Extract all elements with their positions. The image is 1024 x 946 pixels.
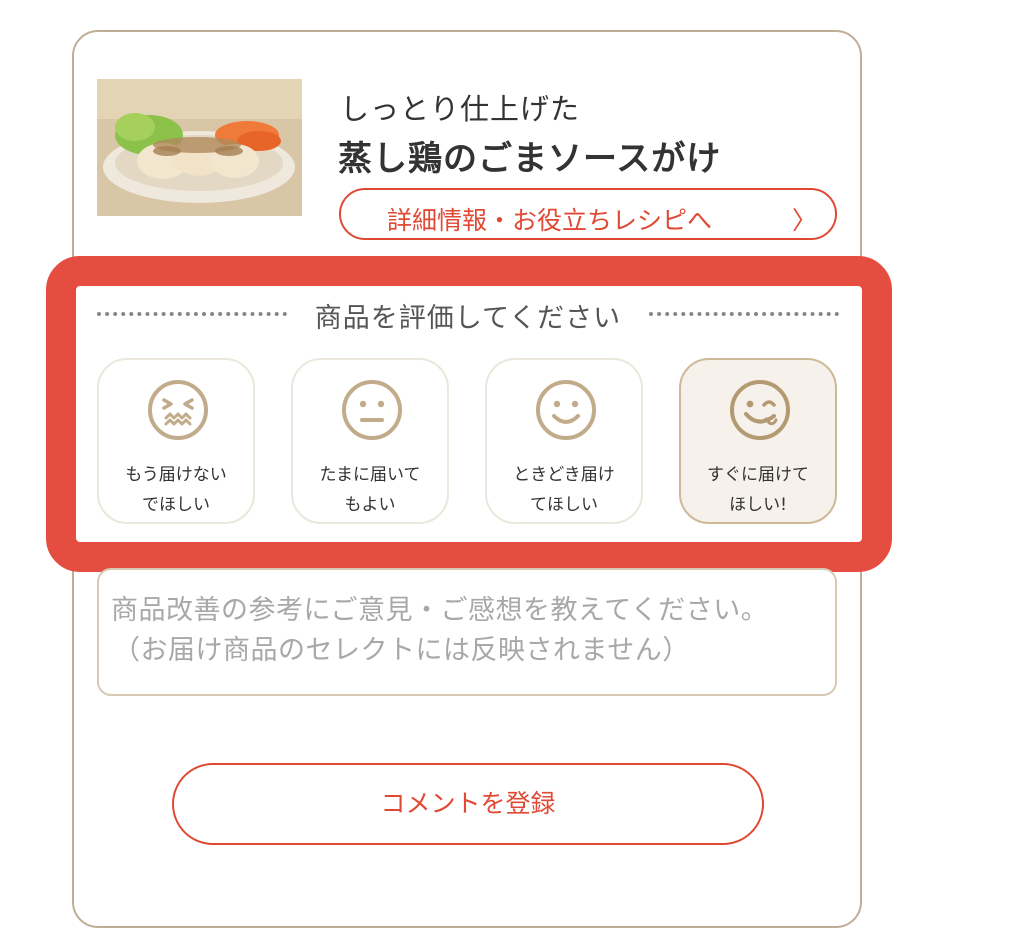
rating-option-label: でほしい <box>142 495 210 515</box>
rating-heading: 商品を評価してください <box>97 296 839 334</box>
detail-recipe-button[interactable]: 詳細情報・お役立ちレシピへ 〉 <box>339 188 837 240</box>
rating-option-label: もよい <box>344 495 396 515</box>
product-image <box>97 79 302 216</box>
rating-option-label: ほしい! <box>729 495 787 515</box>
rating-option-1[interactable]: もう届けない でほしい <box>97 358 255 524</box>
neutral-face-icon <box>342 380 402 440</box>
comment-input[interactable]: 商品改善の参考にご意見・ご感想を教えてください。 （お届け商品のセレクトには反映… <box>97 568 837 696</box>
comment-placeholder-note: （お届け商品のセレクトには反映されません） <box>113 635 690 666</box>
rating-option-label: ときどき届け <box>513 465 615 485</box>
submit-comment-button[interactable]: コメントを登録 <box>172 763 764 845</box>
rating-option-4[interactable]: すぐに届けて ほしい! <box>679 358 837 524</box>
rating-option-3[interactable]: ときどき届け てほしい <box>485 358 643 524</box>
product-subtitle: しっとり仕上げた <box>340 92 581 126</box>
chevron-right-icon: 〉 <box>791 206 817 235</box>
rating-option-label: すぐに届けて <box>707 465 809 485</box>
rating-option-label: たまに届いて <box>319 465 421 485</box>
rating-option-label: てほしい <box>530 495 598 515</box>
divider <box>97 312 287 316</box>
comment-placeholder: 商品改善の参考にご意見・ご感想を教えてください。 <box>111 595 769 626</box>
product-title: 蒸し鶏のごまソースがけ <box>338 139 722 179</box>
rating-option-2[interactable]: たまに届いて もよい <box>291 358 449 524</box>
grimace-face-icon <box>148 380 208 440</box>
divider <box>649 312 839 316</box>
smile-face-icon <box>536 380 596 440</box>
rating-heading-text: 商品を評価してください <box>314 303 622 334</box>
yummy-face-icon <box>730 380 790 440</box>
rating-option-label: もう届けない <box>125 465 227 485</box>
detail-button-label: 詳細情報・お役立ちレシピへ <box>387 206 713 235</box>
